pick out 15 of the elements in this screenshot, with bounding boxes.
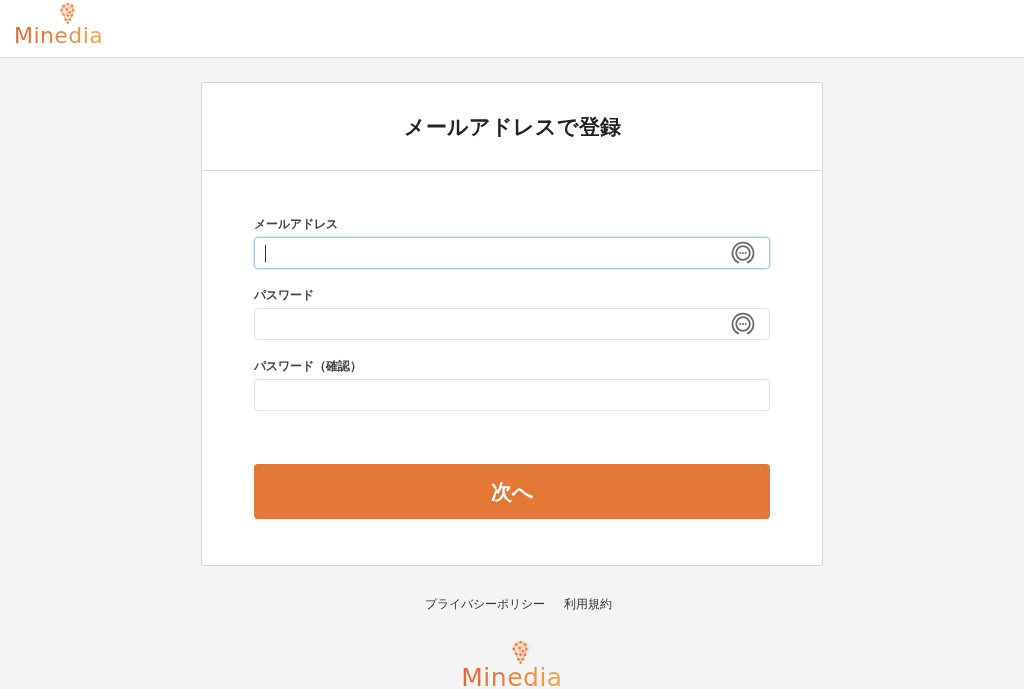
field-label: パスワード（確認） [254, 358, 362, 374]
lightbulb-icon [510, 640, 532, 665]
text-cursor-icon [265, 244, 266, 262]
footer-link[interactable]: 利用規約 [563, 596, 612, 612]
input-field[interactable] [254, 379, 770, 411]
lightbulb-icon [58, 2, 78, 25]
dots-ring-icon[interactable] [731, 241, 755, 265]
input-field[interactable] [254, 237, 770, 269]
field-label: パスワード [254, 287, 314, 303]
logo-text: Minedia [461, 665, 563, 689]
dots-ring-icon[interactable] [731, 312, 755, 336]
input-field[interactable] [254, 308, 770, 340]
footer-link[interactable]: プライバシーポリシー [424, 596, 545, 612]
field-label: メールアドレス [254, 216, 338, 232]
card-title: メールアドレスで登録 [403, 113, 621, 141]
